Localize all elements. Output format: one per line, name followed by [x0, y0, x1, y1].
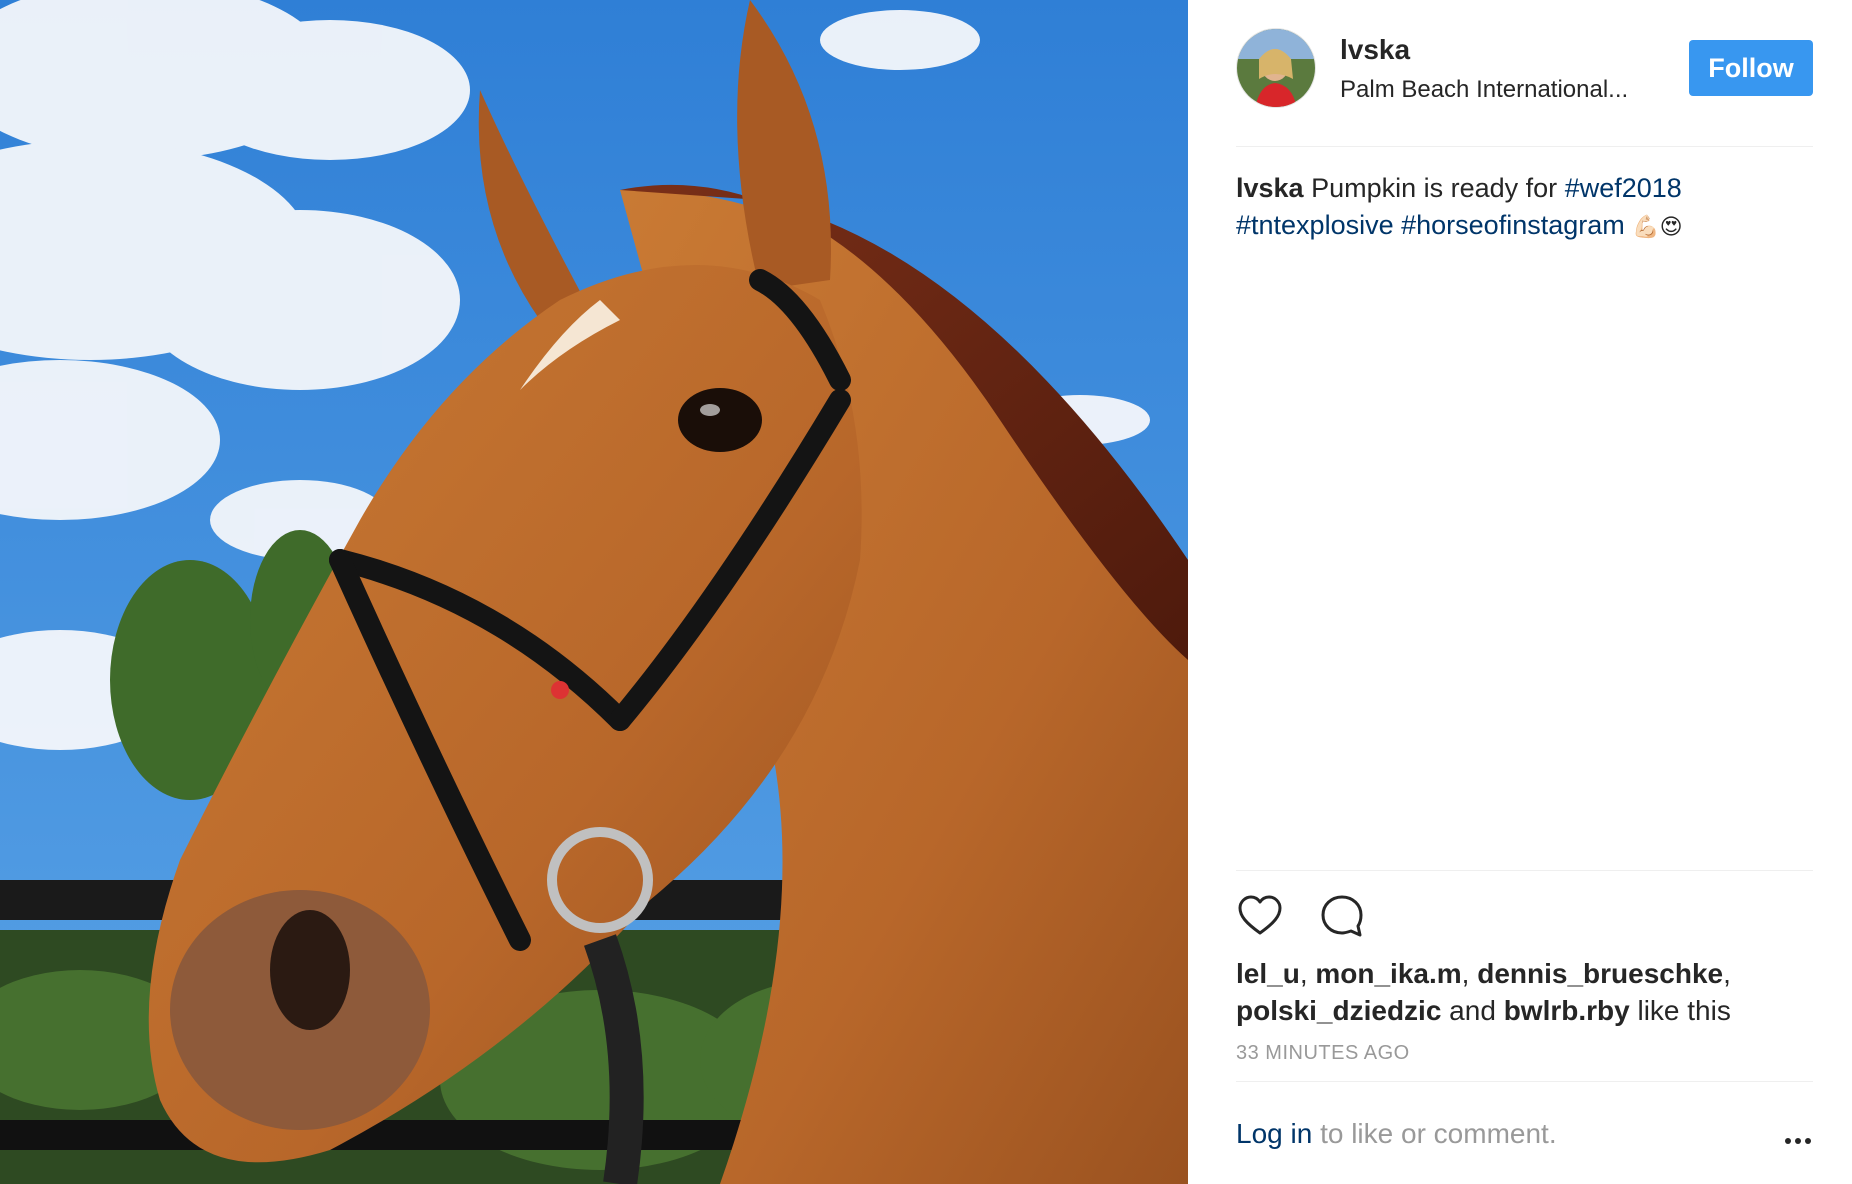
post-header: lvska Palm Beach International... Follow [1236, 28, 1813, 120]
likes-suffix: like this [1629, 995, 1731, 1026]
login-link[interactable]: Log in [1236, 1118, 1312, 1149]
post-photo[interactable] [0, 0, 1188, 1184]
caption-text: Pumpkin is ready for [1303, 173, 1565, 203]
caption-emoji: 💪🏻😍 [1632, 214, 1683, 239]
horse-photo [0, 0, 1188, 1184]
username-link[interactable]: lvska [1340, 34, 1410, 66]
liker-link[interactable]: bwlrb.rby [1504, 995, 1630, 1026]
instagram-post: lvska Palm Beach International... Follow… [0, 0, 1852, 1184]
footer-divider [1236, 1081, 1813, 1082]
avatar-photo-icon [1237, 29, 1315, 107]
login-prompt: Log in to like or comment. [1236, 1118, 1813, 1158]
login-prompt-text: to like or comment. [1312, 1118, 1557, 1149]
liker-link[interactable]: dennis_brueschke [1477, 958, 1723, 989]
likes-separator: , [1461, 958, 1478, 989]
likes-and-text: and [1441, 995, 1504, 1026]
follow-button[interactable]: Follow [1689, 40, 1813, 96]
likes-separator: , [1299, 958, 1316, 989]
comment-icon[interactable] [1318, 892, 1366, 940]
post-caption: lvska Pumpkin is ready for #wef2018 #tnt… [1236, 170, 1813, 245]
liker-link[interactable]: mon_ika.m [1315, 958, 1461, 989]
more-options-icon[interactable] [1783, 1126, 1813, 1156]
avatar[interactable] [1236, 28, 1316, 108]
liker-link[interactable]: lel_u [1236, 958, 1300, 989]
hashtag-link[interactable]: #horseofinstagram [1401, 210, 1625, 240]
actions-divider [1236, 870, 1813, 871]
liker-link[interactable]: polski_dziedzic [1236, 995, 1441, 1026]
location-link[interactable]: Palm Beach International... [1340, 76, 1628, 104]
heart-icon[interactable] [1236, 892, 1284, 940]
hashtag-link[interactable]: #tntexplosive [1236, 210, 1394, 240]
header-divider [1236, 146, 1813, 147]
post-sidebar: lvska Palm Beach International... Follow… [1188, 0, 1852, 1184]
hashtag-link[interactable]: #wef2018 [1565, 173, 1682, 203]
caption-username-link[interactable]: lvska [1236, 173, 1304, 203]
likes-separator: , [1723, 958, 1731, 989]
likes-summary: lel_u, mon_ika.m, dennis_brueschke, pols… [1236, 955, 1813, 1029]
post-timestamp[interactable]: 33 MINUTES AGO [1236, 1042, 1410, 1065]
